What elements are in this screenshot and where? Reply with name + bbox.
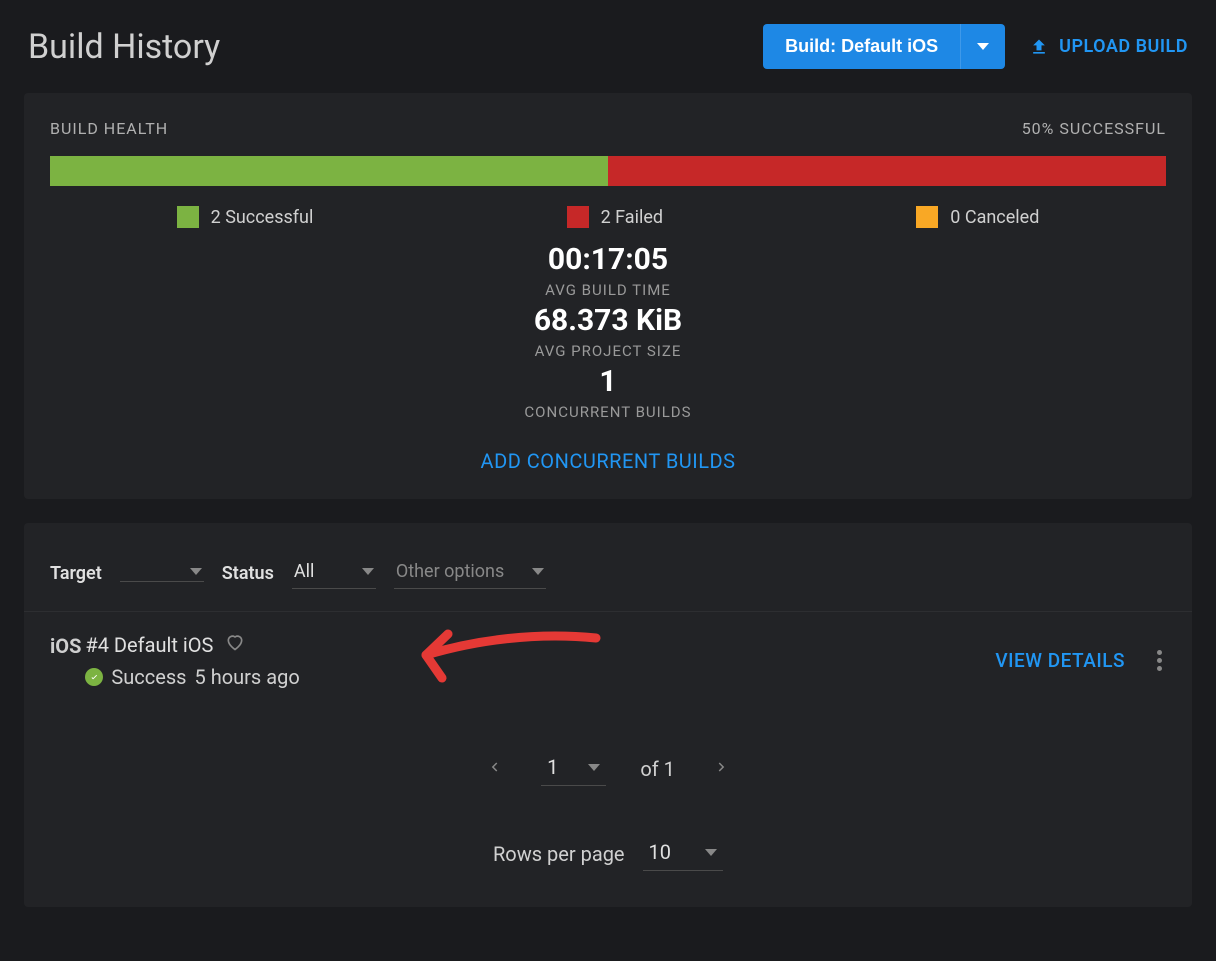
chevron-left-icon — [485, 758, 503, 776]
caret-down-icon — [588, 764, 600, 771]
next-page-button[interactable] — [709, 754, 735, 784]
build-button[interactable]: Build: Default iOS — [763, 24, 960, 69]
target-filter-label: Target — [50, 563, 102, 584]
metrics: 00:17:05 AVG BUILD TIME 68.373 KiB AVG P… — [50, 242, 1166, 421]
build-title: #4 Default iOS — [85, 633, 213, 657]
filters-row: Target Status All Other options — [24, 523, 1192, 612]
rows-per-page-label: Rows per page — [493, 842, 625, 866]
build-row[interactable]: iOS #4 Default iOS Success 5 hours ago — [24, 612, 1192, 711]
avg-project-size-value: 68.373 KiB — [50, 303, 1166, 338]
rows-per-page-select[interactable]: 10 — [643, 836, 723, 871]
legend-successful: 2 Successful — [177, 206, 314, 228]
health-legend: 2 Successful 2 Failed 0 Canceled — [50, 206, 1166, 228]
target-filter-select[interactable] — [120, 564, 204, 582]
build-button-group: Build: Default iOS — [763, 24, 1005, 69]
arrow-annotation — [396, 620, 606, 690]
health-bar-failed-segment — [608, 156, 1166, 186]
page-number-select[interactable]: 1 — [541, 751, 606, 786]
legend-canceled-swatch — [916, 206, 938, 228]
rows-per-page: Rows per page 10 — [24, 786, 1192, 907]
pagination: 1 of 1 — [24, 711, 1192, 786]
caret-down-icon — [532, 568, 544, 575]
caret-down-icon — [705, 849, 717, 856]
build-button-caret[interactable] — [960, 24, 1005, 69]
concurrent-builds-value: 1 — [50, 364, 1166, 399]
health-bar-success-segment — [50, 156, 608, 186]
avg-build-time-value: 00:17:05 — [50, 242, 1166, 277]
view-details-link[interactable]: VIEW DETAILS — [995, 649, 1125, 672]
legend-canceled: 0 Canceled — [916, 206, 1039, 228]
upload-build-button[interactable]: UPLOAD BUILD — [1029, 36, 1188, 57]
status-filter-select[interactable]: All — [292, 557, 376, 589]
concurrent-builds-label: CONCURRENT BUILDS — [50, 403, 1166, 421]
rows-per-page-value: 10 — [649, 840, 671, 864]
caret-down-icon — [977, 43, 989, 50]
build-health-panel: BUILD HEALTH 50% SUCCESSFUL 2 Successful… — [24, 93, 1192, 499]
caret-down-icon — [362, 568, 374, 575]
success-check-icon — [85, 668, 103, 686]
platform-ios-icon: iOS — [50, 634, 81, 658]
health-bar — [50, 156, 1166, 186]
legend-failed: 2 Failed — [567, 206, 663, 228]
build-health-label: BUILD HEALTH — [50, 119, 168, 138]
legend-failed-label: 2 Failed — [601, 207, 663, 228]
legend-successful-label: 2 Successful — [211, 207, 314, 228]
legend-success-swatch — [177, 206, 199, 228]
header-actions: Build: Default iOS UPLOAD BUILD — [763, 24, 1188, 69]
build-status-text: Success — [111, 665, 186, 689]
success-rate-text: 50% SUCCESSFUL — [1022, 119, 1166, 138]
page-of-total: of 1 — [640, 757, 675, 781]
more-options-button[interactable] — [1153, 646, 1166, 675]
chevron-right-icon — [713, 758, 731, 776]
upload-build-label: UPLOAD BUILD — [1059, 36, 1188, 57]
page-number-value: 1 — [547, 755, 558, 779]
status-filter-value: All — [294, 561, 334, 582]
upload-icon — [1029, 37, 1049, 57]
caret-down-icon — [190, 568, 202, 575]
build-time-text: 5 hours ago — [195, 665, 300, 689]
avg-project-size-label: AVG PROJECT SIZE — [50, 342, 1166, 360]
legend-failed-swatch — [567, 206, 589, 228]
prev-page-button[interactable] — [481, 754, 507, 784]
other-options-select[interactable]: Other options — [394, 557, 546, 589]
add-concurrent-builds-link[interactable]: ADD CONCURRENT BUILDS — [50, 449, 1166, 473]
status-filter-label: Status — [222, 563, 274, 584]
legend-canceled-label: 0 Canceled — [950, 207, 1039, 228]
avg-build-time-label: AVG BUILD TIME — [50, 281, 1166, 299]
other-options-placeholder: Other options — [396, 561, 504, 582]
builds-panel: Target Status All Other options iOS #4 D… — [24, 523, 1192, 907]
favorite-heart-icon[interactable] — [225, 632, 245, 657]
page-title: Build History — [28, 27, 220, 67]
